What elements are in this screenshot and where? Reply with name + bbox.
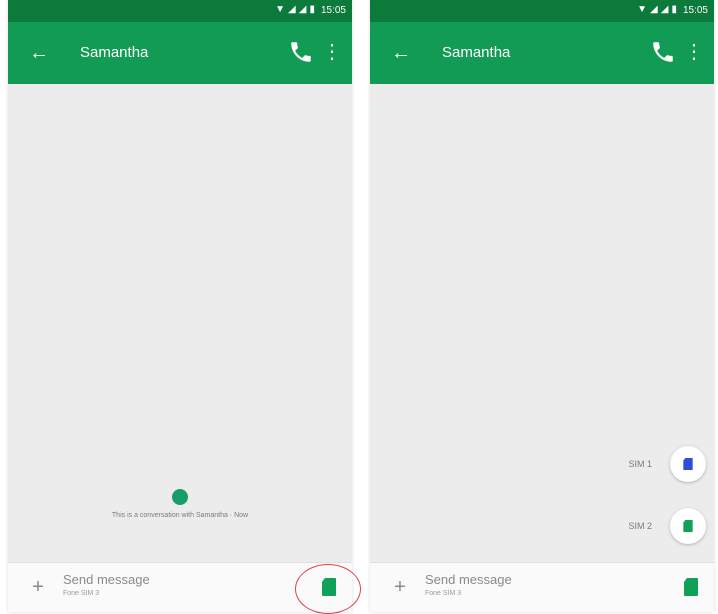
sim-2-option[interactable]: SIM 2 [628,508,706,544]
sim-subtext: Fone SIM 3 [63,590,100,597]
call-button[interactable] [288,39,314,65]
sim-1-label: SIM 1 [628,459,652,469]
plus-icon: + [32,576,44,598]
phone-screen-right: ▼ ◢ ◢ ▮ 15:05 ← Samantha ⋮ SIM 1 SIM 2 +… [370,0,714,612]
highlight-circle [295,564,361,614]
arrow-left-icon: ← [391,42,411,64]
back-button[interactable]: ← [388,40,414,66]
battery-icon: ▮ [671,4,677,15]
sim-subtext: Fone SIM 3 [425,590,462,597]
back-button[interactable]: ← [26,40,52,66]
arrow-left-icon: ← [29,42,49,64]
sim-card-icon [683,458,693,470]
status-bar: ▼ ◢ ◢ ▮ 15:05 [8,0,352,22]
status-time: 15:05 [682,4,708,16]
phone-icon [653,42,673,62]
signal-icon: ◢ [660,4,669,15]
message-input[interactable]: Send message [425,572,512,587]
sim-2-button[interactable] [670,508,706,544]
plus-icon: + [394,576,406,598]
sim-card-icon [684,578,698,596]
battery-icon: ▮ [309,4,315,15]
conversation-area: SIM 1 SIM 2 [370,84,714,562]
sim-card-icon [683,520,693,532]
wifi-icon: ▼ [637,4,648,15]
more-options-button[interactable]: ⋮ [322,39,342,65]
signal-icon: ◢ [288,4,296,15]
phone-screen-left: ▼ ◢ ◢ ▮ 15:05 ← Samantha ⋮ This is a con… [8,0,352,612]
message-input[interactable]: Send message [63,572,150,587]
attach-button[interactable]: + [388,575,412,599]
signal-icon: ◢ [650,4,658,15]
status-bar: ▼ ◢ ◢ ▮ 15:05 [370,0,714,22]
app-bar: ← Samantha ⋮ [370,22,714,84]
more-vert-icon: ⋮ [684,41,704,63]
attach-button[interactable]: + [26,575,50,599]
avatar [172,489,188,505]
conversation-area: This is a conversation with Samantha · N… [8,84,352,562]
sim-1-button[interactable] [670,446,706,482]
phone-icon [291,42,311,62]
signal-icon: ◢ [298,4,307,15]
sim-selector-button[interactable] [682,577,700,597]
sim-2-label: SIM 2 [628,521,652,531]
call-button[interactable] [650,39,676,65]
status-time: 15:05 [320,4,346,16]
conversation-info: This is a conversation with Samantha · N… [111,512,249,519]
compose-bar: + Send message Fone SIM 3 [370,562,714,612]
more-vert-icon: ⋮ [322,41,342,63]
conversation-title: Samantha [442,44,511,61]
wifi-icon: ▼ [275,4,286,15]
sim-1-option[interactable]: SIM 1 [628,446,706,482]
app-bar: ← Samantha ⋮ [8,22,352,84]
conversation-title: Samantha [80,44,149,61]
more-options-button[interactable]: ⋮ [684,39,704,65]
